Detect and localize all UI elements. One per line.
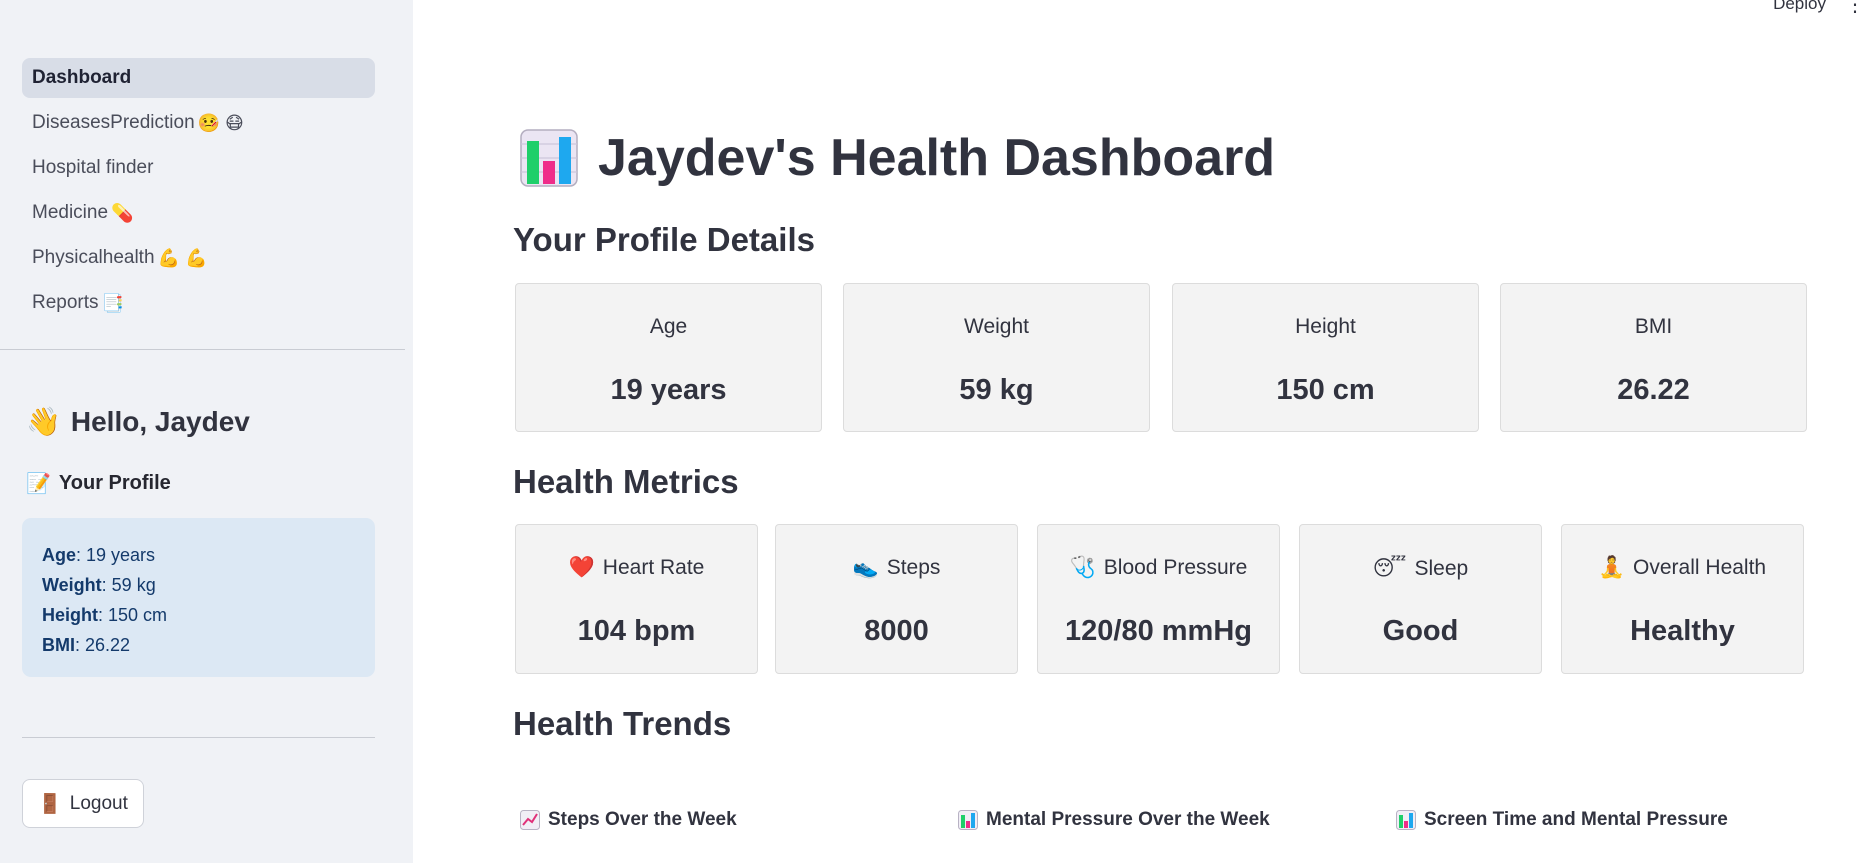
trend-label: Steps Over the Week: [548, 809, 737, 830]
app-root: Dashboard DiseasesPrediction 🤒 😷 Hospita…: [0, 0, 1873, 863]
card-value: 26.22: [1617, 374, 1690, 406]
card-label: Height: [1295, 315, 1356, 338]
trend-steps-heading: Steps Over the Week: [520, 809, 737, 831]
card-label: 👟 Steps: [776, 556, 1017, 580]
profile-age: Age: 19 years: [42, 545, 156, 565]
door-icon: 🚪: [38, 793, 62, 815]
card-label: 🧘 Overall Health: [1562, 556, 1803, 580]
logout-label: Logout: [69, 792, 128, 814]
bar-chart-icon: [958, 810, 978, 830]
waving-hand-icon: 👋: [26, 406, 61, 437]
profile-section-heading: Your Profile Details: [513, 221, 815, 258]
heart-icon: ❤️: [568, 556, 595, 579]
card-label: 🩺 Blood Pressure: [1038, 556, 1279, 580]
sidebar-nav: Dashboard DiseasesPrediction 🤒 😷 Hospita…: [22, 58, 375, 328]
metrics-section-heading: Health Metrics: [513, 463, 739, 500]
card-value: 104 bpm: [577, 615, 696, 647]
nav-item-label: Reports: [32, 292, 99, 313]
card-label-text: Sleep: [1414, 556, 1469, 580]
shoe-icon: 👟: [852, 556, 879, 579]
page-title: Jaydev's Health Dashboard: [520, 128, 1275, 188]
card-value: Good: [1382, 615, 1459, 647]
sidebar-divider: [0, 349, 405, 350]
trend-label: Screen Time and Mental Pressure: [1424, 809, 1728, 830]
greeting: 👋 Hello, Jaydev: [26, 405, 250, 438]
meditation-icon: 🧘: [1598, 556, 1626, 579]
stethoscope-icon: 🩺: [1069, 556, 1096, 579]
sleep-card: 😴 Sleep Good: [1299, 524, 1542, 674]
sick-face-icon: 🤒 😷: [197, 112, 244, 133]
bar-chart-icon: [1396, 810, 1416, 830]
profile-info-box: Age: 19 years Weight: 59 kg Height: 150 …: [22, 518, 375, 677]
card-label-text: Steps: [886, 556, 941, 579]
trend-label: Mental Pressure Over the Week: [986, 809, 1270, 830]
nav-item-label: Hospital finder: [32, 157, 154, 178]
trend-screen-time-heading: Screen Time and Mental Pressure: [1396, 809, 1728, 831]
nav-item-physicalhealth[interactable]: Physicalhealth 💪 💪: [22, 238, 375, 278]
card-label-text: Heart Rate: [602, 556, 705, 579]
nav-item-label: Physicalhealth: [32, 247, 155, 268]
card-label: Weight: [964, 315, 1029, 338]
sleeping-face-icon: 😴: [1372, 557, 1407, 580]
nav-item-reports[interactable]: Reports 📑: [22, 283, 375, 323]
card-label: 😴 Sleep: [1300, 556, 1541, 581]
overall-health-card: 🧘 Overall Health Healthy: [1561, 524, 1804, 674]
report-icon: 📑: [101, 292, 124, 313]
card-value: 120/80 mmHg: [1065, 615, 1252, 647]
trend-mental-pressure-heading: Mental Pressure Over the Week: [958, 809, 1270, 831]
nav-item-diseases-prediction[interactable]: DiseasesPrediction 🤒 😷: [22, 103, 375, 143]
trends-section-heading: Health Trends: [513, 705, 732, 742]
profile-heading: 📝 Your Profile: [26, 471, 171, 496]
nav-item-label: DiseasesPrediction: [32, 112, 195, 133]
nav-item-dashboard[interactable]: Dashboard: [22, 58, 375, 98]
memo-icon: 📝: [26, 473, 51, 495]
page-title-text: Jaydev's Health Dashboard: [598, 129, 1276, 187]
card-label: BMI: [1634, 315, 1673, 338]
profile-heading-text: Your Profile: [58, 472, 171, 494]
pill-icon: 💊: [111, 202, 134, 223]
card-value: 19 years: [610, 374, 727, 406]
profile-height: Height: 150 cm: [42, 605, 168, 625]
flexed-biceps-icon: 💪 💪: [157, 247, 208, 268]
height-card: Height 150 cm: [1172, 283, 1479, 432]
nav-item-label: Dashboard: [32, 67, 132, 88]
profile-weight: Weight: 59 kg: [42, 575, 156, 595]
card-label-text: Overall Health: [1633, 556, 1767, 579]
card-label: Age: [649, 315, 688, 338]
card-label: ❤️ Heart Rate: [516, 556, 757, 580]
card-value: 59 kg: [959, 374, 1034, 406]
nav-item-label: Medicine: [32, 202, 109, 223]
heart-rate-card: ❤️ Heart Rate 104 bpm: [515, 524, 758, 674]
card-value: 150 cm: [1276, 374, 1375, 406]
age-card: Age 19 years: [515, 283, 822, 432]
sidebar: Dashboard DiseasesPrediction 🤒 😷 Hospita…: [0, 0, 413, 863]
line-chart-icon: [520, 810, 540, 830]
card-value: Healthy: [1630, 615, 1735, 647]
nav-item-medicine[interactable]: Medicine 💊: [22, 193, 375, 233]
nav-item-hospital-finder[interactable]: Hospital finder: [22, 148, 375, 188]
bmi-card: BMI 26.22: [1500, 283, 1807, 432]
weight-card: Weight 59 kg: [843, 283, 1150, 432]
card-value: 8000: [864, 615, 929, 647]
bar-chart-icon: [520, 129, 578, 187]
main-content: Jaydev's Health Dashboard Your Profile D…: [413, 0, 1873, 863]
card-label-text: Blood Pressure: [1103, 556, 1248, 579]
steps-card: 👟 Steps 8000: [775, 524, 1018, 674]
logout-button[interactable]: 🚪 Logout: [22, 779, 144, 828]
greeting-text: Hello, Jaydev: [70, 405, 250, 437]
sidebar-divider-bottom: [22, 737, 375, 738]
profile-bmi: BMI: 26.22: [42, 635, 131, 655]
blood-pressure-card: 🩺 Blood Pressure 120/80 mmHg: [1037, 524, 1280, 674]
